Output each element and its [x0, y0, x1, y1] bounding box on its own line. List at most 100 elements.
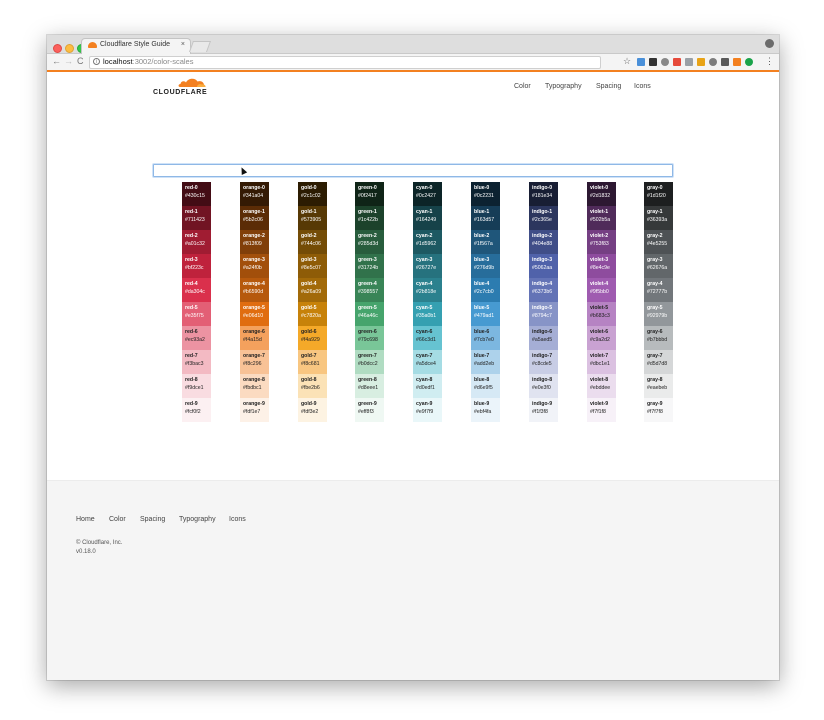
color-swatch-gray-8[interactable]: gray-8 #eaebeb	[644, 374, 673, 398]
color-swatch-gray-4[interactable]: gray-4 #72777b	[644, 278, 673, 302]
color-swatch-violet-6[interactable]: violet-6 #c9a2d2	[587, 326, 616, 350]
extension-dark-icon[interactable]	[649, 58, 657, 66]
color-swatch-indigo-4[interactable]: indigo-4 #6373b6	[529, 278, 558, 302]
color-swatch-blue-2[interactable]: blue-2 #1f567a	[471, 230, 500, 254]
color-swatch-green-4[interactable]: green-4 #398557	[355, 278, 384, 302]
color-swatch-violet-2[interactable]: violet-2 #753f83	[587, 230, 616, 254]
color-swatch-green-6[interactable]: green-6 #79c698	[355, 326, 384, 350]
color-swatch-cyan-9[interactable]: cyan-9 #e9f7f9	[413, 398, 442, 422]
color-swatch-gold-2[interactable]: gold-2 #744c06	[298, 230, 327, 254]
color-swatch-orange-1[interactable]: orange-1 #5b2c06	[240, 206, 269, 230]
color-swatch-gray-2[interactable]: gray-2 #4e5255	[644, 230, 673, 254]
browser-menu-icon[interactable]: ⋮	[765, 56, 774, 67]
color-swatch-blue-8[interactable]: blue-8 #d6e9f5	[471, 374, 500, 398]
color-swatch-indigo-0[interactable]: indigo-0 #181e34	[529, 182, 558, 206]
footer-link-color[interactable]: Color	[109, 516, 126, 523]
footer-link-spacing[interactable]: Spacing	[140, 516, 165, 523]
color-swatch-violet-7[interactable]: violet-7 #dbc1e1	[587, 350, 616, 374]
color-swatch-gold-8[interactable]: gold-8 #fbe2b6	[298, 374, 327, 398]
color-swatch-gray-1[interactable]: gray-1 #36393a	[644, 206, 673, 230]
color-swatch-blue-0[interactable]: blue-0 #0c2231	[471, 182, 500, 206]
color-swatch-red-9[interactable]: red-9 #fcf0f2	[182, 398, 211, 422]
color-swatch-red-8[interactable]: red-8 #f9dce1	[182, 374, 211, 398]
color-swatch-red-1[interactable]: red-1 #711423	[182, 206, 211, 230]
forward-button[interactable]: →	[64, 56, 73, 66]
color-swatch-green-3[interactable]: green-3 #31724b	[355, 254, 384, 278]
color-swatch-green-2[interactable]: green-2 #285d3d	[355, 230, 384, 254]
color-swatch-cyan-6[interactable]: cyan-6 #66c3d1	[413, 326, 442, 350]
color-swatch-gray-0[interactable]: gray-0 #1d1f20	[644, 182, 673, 206]
color-swatch-gold-9[interactable]: gold-9 #fdf3e2	[298, 398, 327, 422]
color-swatch-red-6[interactable]: red-6 #ec93a2	[182, 326, 211, 350]
color-swatch-red-3[interactable]: red-3 #bf223c	[182, 254, 211, 278]
color-swatch-gray-9[interactable]: gray-9 #f7f7f8	[644, 398, 673, 422]
color-swatch-blue-5[interactable]: blue-5 #479ad1	[471, 302, 500, 326]
nav-link-spacing[interactable]: Spacing	[596, 83, 621, 90]
color-swatch-cyan-5[interactable]: cyan-5 #35a0b1	[413, 302, 442, 326]
extension-settings-icon[interactable]	[709, 58, 717, 66]
color-swatch-indigo-2[interactable]: indigo-2 #404e88	[529, 230, 558, 254]
color-swatch-blue-9[interactable]: blue-9 #ebf4fa	[471, 398, 500, 422]
color-swatch-indigo-8[interactable]: indigo-8 #e0e3f0	[529, 374, 558, 398]
color-swatch-orange-9[interactable]: orange-9 #fdf1e7	[240, 398, 269, 422]
color-swatch-blue-4[interactable]: blue-4 #2c7cb0	[471, 278, 500, 302]
tab-close-icon[interactable]: ×	[181, 41, 185, 48]
color-swatch-violet-8[interactable]: violet-8 #ebddee	[587, 374, 616, 398]
color-swatch-blue-3[interactable]: blue-3 #276d9b	[471, 254, 500, 278]
footer-link-typography[interactable]: Typography	[179, 516, 216, 523]
color-swatch-green-9[interactable]: green-9 #eff8f3	[355, 398, 384, 422]
color-swatch-violet-1[interactable]: violet-1 #502b5a	[587, 206, 616, 230]
color-swatch-violet-4[interactable]: violet-4 #9f5bb0	[587, 278, 616, 302]
color-swatch-cyan-3[interactable]: cyan-3 #26727e	[413, 254, 442, 278]
color-swatch-green-0[interactable]: green-0 #0f2417	[355, 182, 384, 206]
color-swatch-orange-4[interactable]: orange-4 #b6590d	[240, 278, 269, 302]
reload-button[interactable]: C	[77, 56, 84, 66]
color-swatch-gold-0[interactable]: gold-0 #2c1c02	[298, 182, 327, 206]
color-swatch-indigo-7[interactable]: indigo-7 #c8cde5	[529, 350, 558, 374]
footer-link-home[interactable]: Home	[76, 516, 95, 523]
close-window-button[interactable]	[53, 44, 62, 53]
minimize-window-button[interactable]	[65, 44, 74, 53]
extension-yellow-icon[interactable]	[697, 58, 705, 66]
color-swatch-gray-5[interactable]: gray-5 #92979b	[644, 302, 673, 326]
color-swatch-gold-1[interactable]: gold-1 #573905	[298, 206, 327, 230]
color-swatch-orange-3[interactable]: orange-3 #a24f0b	[240, 254, 269, 278]
color-swatch-red-4[interactable]: red-4 #da304c	[182, 278, 211, 302]
color-swatch-indigo-6[interactable]: indigo-6 #a5aed5	[529, 326, 558, 350]
bookmark-star-icon[interactable]: ☆	[623, 56, 631, 67]
footer-link-icons[interactable]: Icons	[229, 516, 246, 523]
color-swatch-gray-3[interactable]: gray-3 #62676a	[644, 254, 673, 278]
color-swatch-violet-0[interactable]: violet-0 #2d1832	[587, 182, 616, 206]
color-swatch-green-1[interactable]: green-1 #1c422b	[355, 206, 384, 230]
color-swatch-orange-5[interactable]: orange-5 #e06d10	[240, 302, 269, 326]
color-swatch-indigo-3[interactable]: indigo-3 #5062aa	[529, 254, 558, 278]
color-swatch-red-5[interactable]: red-5 #e35f75	[182, 302, 211, 326]
cloudflare-logo[interactable]: CLOUDFLARE	[153, 77, 215, 99]
color-swatch-blue-1[interactable]: blue-1 #163d57	[471, 206, 500, 230]
color-swatch-gold-4[interactable]: gold-4 #a26a09	[298, 278, 327, 302]
color-swatch-orange-7[interactable]: orange-7 #f8c296	[240, 350, 269, 374]
color-swatch-cyan-2[interactable]: cyan-2 #1d5962	[413, 230, 442, 254]
back-button[interactable]: ←	[52, 56, 61, 66]
color-swatch-indigo-1[interactable]: indigo-1 #2c365e	[529, 206, 558, 230]
color-swatch-violet-9[interactable]: violet-9 #f7f1f8	[587, 398, 616, 422]
color-swatch-violet-5[interactable]: violet-5 #b683c3	[587, 302, 616, 326]
color-swatch-cyan-8[interactable]: cyan-8 #d0edf1	[413, 374, 442, 398]
color-swatch-gold-5[interactable]: gold-5 #c7820a	[298, 302, 327, 326]
extension-screenshot-icon[interactable]	[721, 58, 729, 66]
color-swatch-gray-6[interactable]: gray-6 #b7bbbd	[644, 326, 673, 350]
nav-link-typography[interactable]: Typography	[545, 83, 582, 90]
color-swatch-gray-7[interactable]: gray-7 #d5d7d8	[644, 350, 673, 374]
color-swatch-blue-7[interactable]: blue-7 #add2eb	[471, 350, 500, 374]
color-swatch-red-2[interactable]: red-2 #a01c32	[182, 230, 211, 254]
color-swatch-indigo-5[interactable]: indigo-5 #8794c7	[529, 302, 558, 326]
color-swatch-red-0[interactable]: red-0 #430c15	[182, 182, 211, 206]
nav-link-color[interactable]: Color	[514, 83, 531, 90]
color-swatch-green-5[interactable]: green-5 #46a46c	[355, 302, 384, 326]
color-swatch-orange-0[interactable]: orange-0 #341a04	[240, 182, 269, 206]
profile-icon[interactable]	[765, 39, 774, 48]
browser-tab[interactable]: Cloudflare Style Guide ×	[81, 38, 191, 54]
color-swatch-cyan-0[interactable]: cyan-0 #0c2427	[413, 182, 442, 206]
color-swatch-cyan-7[interactable]: cyan-7 #a5dce4	[413, 350, 442, 374]
extension-green-icon[interactable]	[745, 58, 753, 66]
